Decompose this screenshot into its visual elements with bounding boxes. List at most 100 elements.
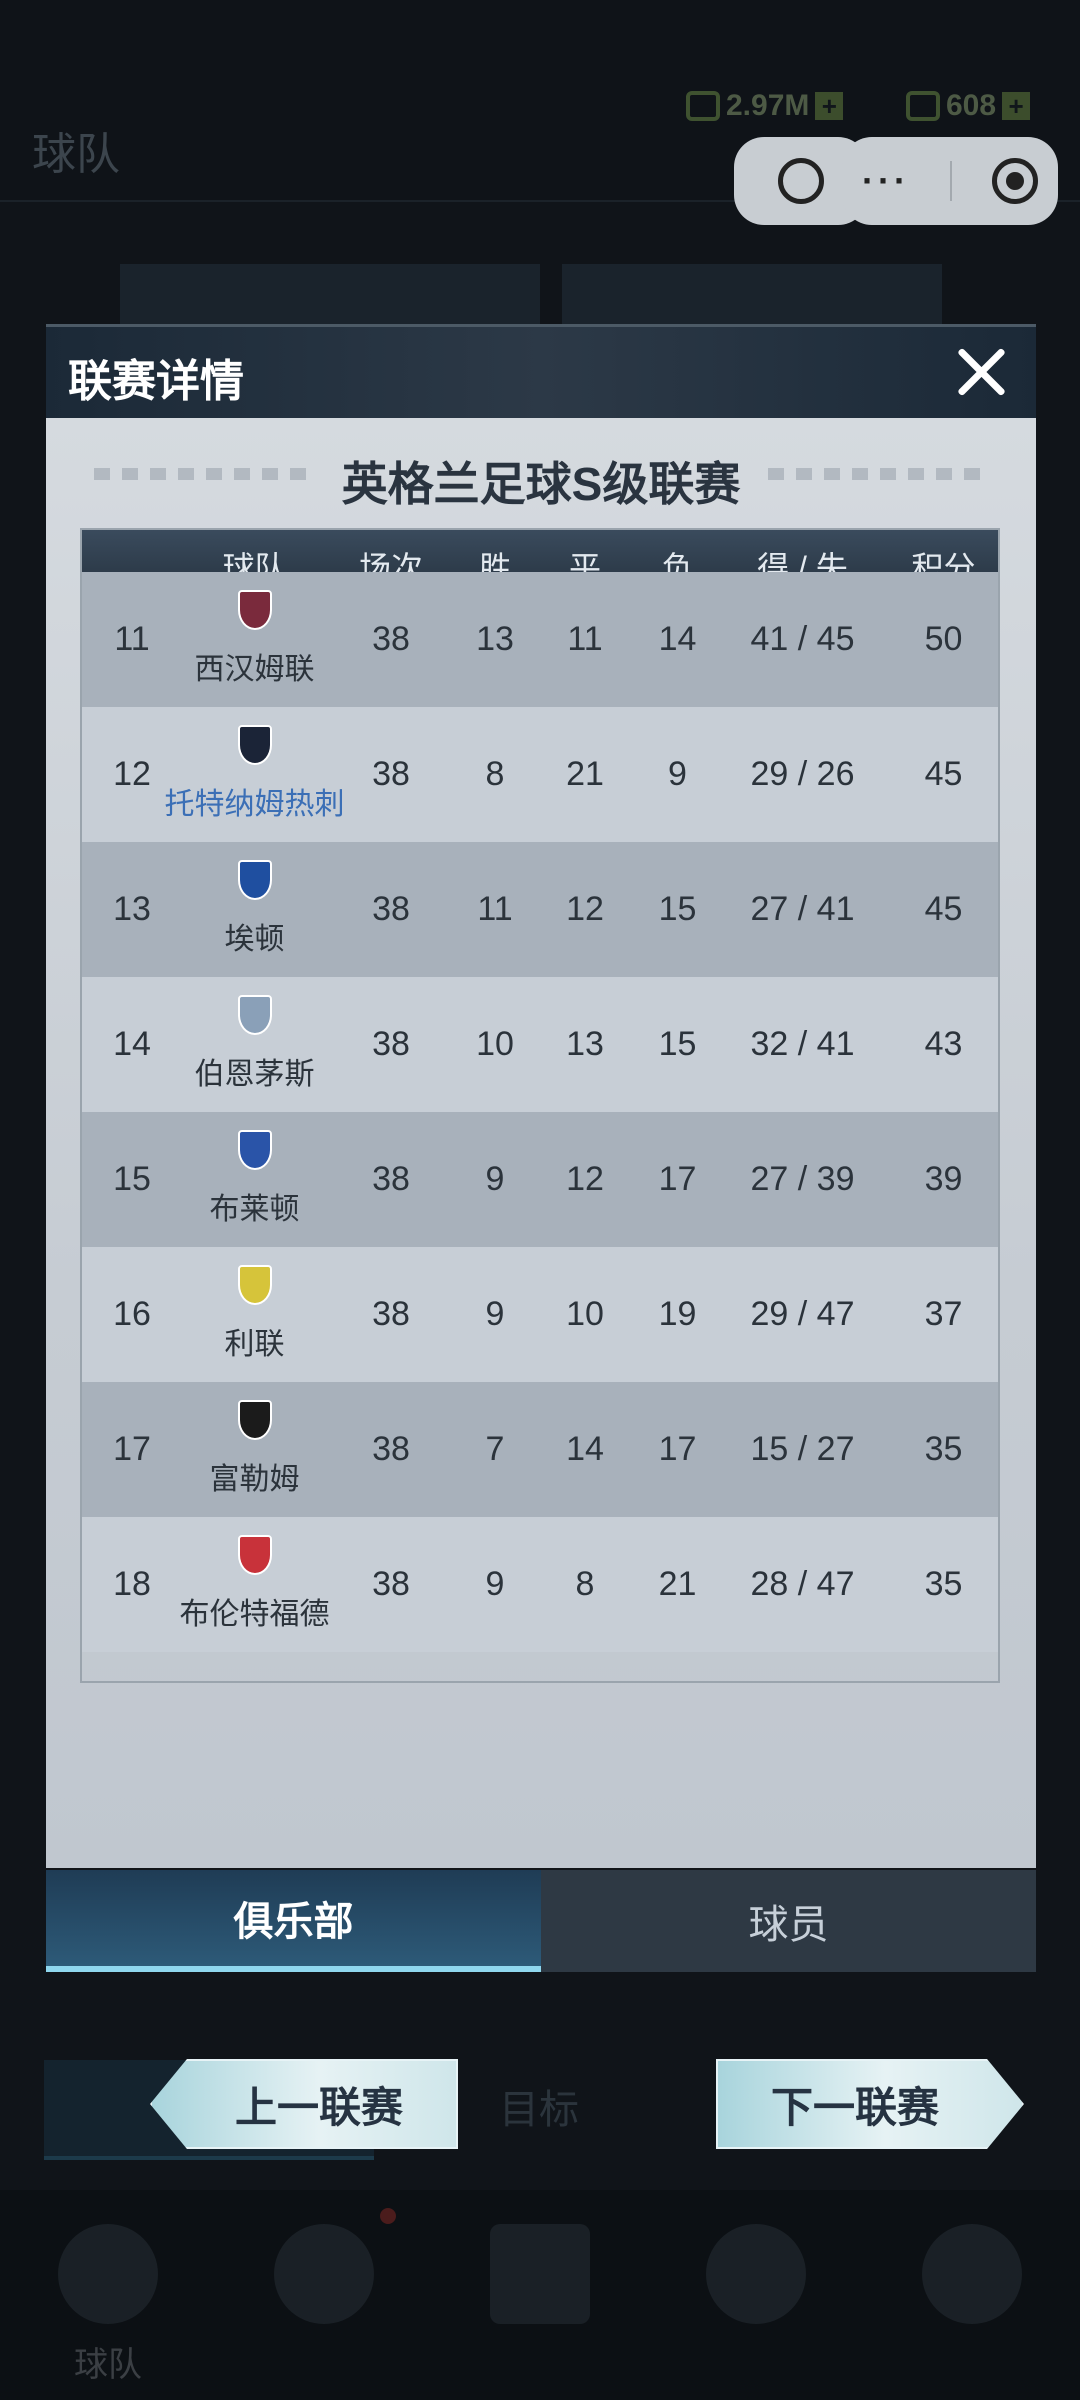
team-name: 利联 [224,1328,285,1361]
table-row[interactable]: 16 利联 38 9 10 19 29 / 47 37 [82,1247,998,1382]
goals-cell: 32 / 41 [750,1025,855,1063]
team-crest-icon [237,1130,272,1170]
close-icon[interactable] [954,345,1008,399]
team-cell: 伯恩茅斯 [182,977,327,1112]
nav-football[interactable] [216,2190,432,2400]
team-name: 布伦特福德 [179,1598,330,1631]
goals-cell: 27 / 41 [750,890,855,928]
screen-title: 球队 [32,130,120,179]
lost-cell: 14 [658,620,697,658]
football-icon [274,2224,374,2324]
next-league-button[interactable]: 下一联赛 [716,2059,1024,2149]
team-name: 西汉姆联 [194,653,315,686]
team-cell: 富勒姆 [182,1382,327,1517]
team-cell: 埃顿 [182,842,327,977]
team-crest-icon [237,1535,272,1575]
nav-player[interactable] [648,2190,864,2400]
table-row[interactable]: 14 伯恩茅斯 38 10 13 15 32 / 41 43 [82,977,998,1112]
drawn-cell: 12 [566,1160,604,1198]
bg-tab-national [562,264,942,324]
team-name: 布莱顿 [209,1193,300,1226]
cash-value: 2.97M [726,89,810,122]
notification-dot [380,2208,396,2224]
points-cell: 37 [924,1295,963,1333]
lost-cell: 9 [668,755,687,793]
won-cell: 9 [485,1565,505,1603]
lost-cell: 21 [658,1565,697,1603]
points-cell: 43 [924,1025,963,1063]
nav-team[interactable]: 球队 [0,2190,216,2400]
league-name: 英格兰足球S级联赛 [341,458,741,510]
bottom-navigation: 球队 [0,2190,1080,2400]
bg-tab-club [120,264,540,324]
more-dots-icon[interactable]: ··· [862,160,910,202]
team-cell: 西汉姆联 [182,572,327,707]
points-cell: 35 [924,1430,963,1468]
tab-players[interactable]: 球员 [541,1870,1036,1972]
team-cell: 布莱顿 [182,1112,327,1247]
player-icon [706,2224,806,2324]
won-cell: 9 [485,1295,505,1333]
goals-cell: 29 / 26 [750,755,855,793]
won-cell: 11 [477,890,513,928]
team-name: 托特纳姆热刺 [164,788,345,821]
table-row[interactable]: 11 西汉姆联 38 13 11 14 41 / 45 50 [82,572,998,707]
goals-cell: 41 / 45 [750,620,855,658]
goals-cell: 29 / 47 [750,1295,855,1333]
team-cell: 托特纳姆热刺 [165,707,345,842]
gem-icon [906,91,940,121]
team-cell: 利联 [182,1247,327,1382]
tab-club[interactable]: 俱乐部 [46,1870,541,1972]
lost-cell: 17 [658,1160,697,1198]
team-name: 埃顿 [224,923,285,956]
gem-resource: 608 + [906,84,1031,128]
previous-league-button[interactable]: 上一联赛 [150,2059,458,2149]
gem-value: 608 [946,89,997,122]
drawn-cell: 13 [566,1025,604,1063]
points-cell: 50 [924,620,963,658]
table-row[interactable]: 13 埃顿 38 11 12 15 27 / 41 45 [82,842,998,977]
team-name: 富勒姆 [209,1463,300,1496]
won-cell: 7 [485,1430,505,1468]
trophy-icon [922,2224,1022,2324]
team-crest-icon [237,1265,272,1305]
capsule-menu: ··· [842,137,1058,225]
won-cell: 8 [485,755,505,793]
modal-body: 英格兰足球S级联赛 球队 场次 胜 平 负 得 / 失 积分 11 西汉姆联 38 1… [46,418,1036,1868]
lost-cell: 17 [658,1430,697,1468]
goals-cell: 15 / 27 [750,1430,855,1468]
drawn-cell: 12 [566,890,604,928]
drawn-cell: 14 [566,1430,604,1468]
team-crest-icon [237,995,272,1035]
points-cell: 35 [924,1565,963,1603]
cash-resource: 2.97M + [686,84,844,128]
modal-tabs: 俱乐部 球员 [46,1870,1036,1972]
add-cash-button[interactable]: + [815,92,844,120]
team-crest-icon [237,590,272,630]
nav-trophy[interactable] [864,2190,1080,2400]
team-crest-icon [237,860,272,900]
table-row[interactable]: 15 布莱顿 38 9 12 17 27 / 39 39 [82,1112,998,1247]
points-cell: 45 [924,890,963,928]
table-row[interactable]: 18 布伦特福德 38 9 8 21 28 / 47 35 [82,1517,998,1652]
won-cell: 13 [476,620,514,658]
record-icon[interactable] [991,158,1038,204]
table-row[interactable]: 12 托特纳姆热刺 38 8 21 9 29 / 26 45 [82,707,998,842]
drawn-cell: 21 [566,755,604,793]
lost-cell: 15 [658,890,697,928]
league-standings-table[interactable]: 球队 场次 胜 平 负 得 / 失 积分 11 西汉姆联 38 13 11 14 41 / … [80,528,1000,1683]
won-cell: 9 [485,1160,505,1198]
team-name: 伯恩茅斯 [194,1058,315,1091]
table-row-partial [82,1682,1000,1683]
goals-cell: 28 / 47 [750,1565,855,1603]
add-gem-button[interactable]: + [1002,92,1031,120]
team-badge-icon [58,2224,158,2324]
modal-header: 联赛详情 [46,324,1036,418]
team-crest-icon [237,1400,272,1440]
won-cell: 10 [476,1025,514,1063]
nav-match[interactable] [432,2190,648,2400]
modal-title: 联赛详情 [68,357,244,406]
cash-icon [686,91,720,121]
league-details-modal: 联赛详情 英格兰足球S级联赛 球队 场次 胜 平 负 得 / 失 积分 11 西汉… [46,324,1036,2149]
table-row[interactable]: 17 富勒姆 38 7 14 17 15 / 27 35 [82,1382,998,1517]
